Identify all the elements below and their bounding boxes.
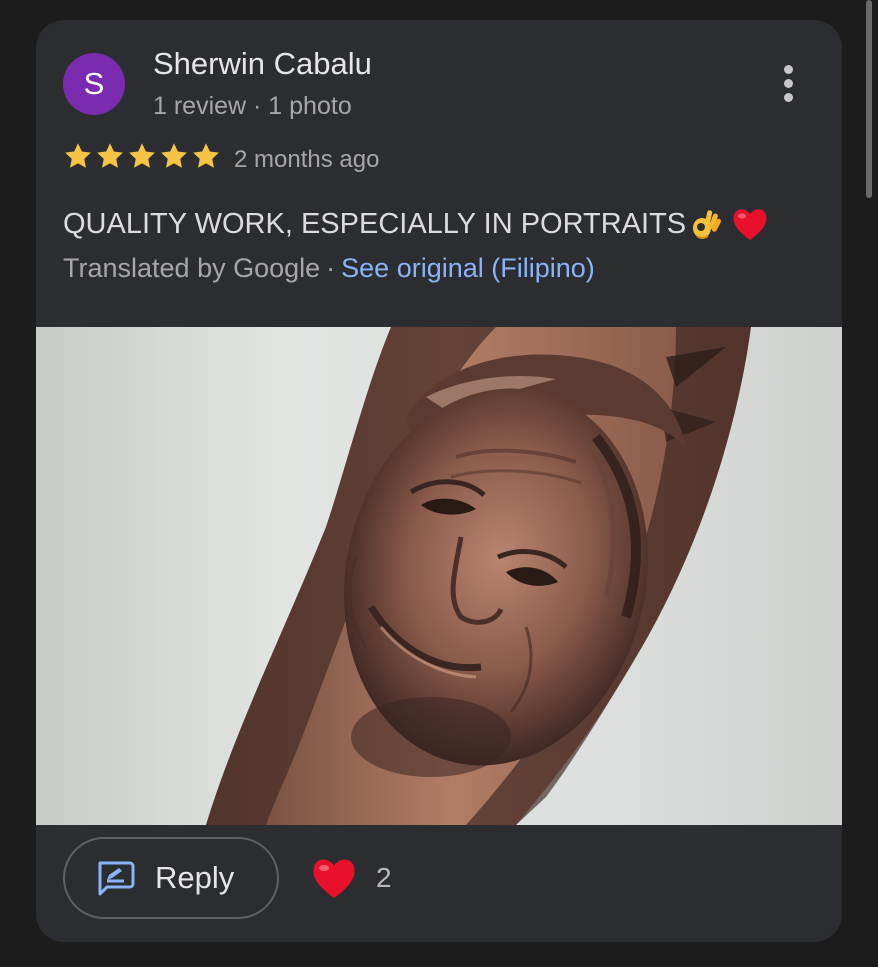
author-name[interactable]: Sherwin Cabalu <box>153 46 372 82</box>
reply-button[interactable]: Reply <box>63 837 279 919</box>
review-card: S Sherwin Cabalu 1 review · 1 photo 2 mo… <box>36 20 842 942</box>
ok-hand-emoji <box>693 210 722 239</box>
star-icon <box>161 143 187 168</box>
translation-line: Translated by Google · See original (Filip… <box>63 253 595 284</box>
more-vert-icon-dot <box>783 92 793 102</box>
star-icon <box>129 143 155 168</box>
heart-icon <box>313 859 355 898</box>
more-vert-icon-dot <box>783 78 793 88</box>
review-text-line: QUALITY WORK, ESPECIALLY IN PORTRAITS <box>63 204 770 244</box>
red-heart-emoji <box>733 209 767 240</box>
review-photo[interactable] <box>36 327 842 825</box>
review-text: QUALITY WORK, ESPECIALLY IN PORTRAITS <box>63 207 687 240</box>
avatar-initial: S <box>83 66 105 101</box>
see-original-link[interactable]: See original (Filipino) <box>341 253 595 283</box>
star-rating <box>63 141 221 175</box>
star-icon <box>193 143 219 168</box>
review-date: 2 months ago <box>234 146 380 173</box>
reply-icon <box>98 861 135 896</box>
star-icon <box>97 143 123 168</box>
author-meta: 1 review · 1 photo <box>153 92 352 120</box>
translated-by-label: Translated by Google <box>63 253 321 283</box>
more-vert-icon <box>783 64 793 74</box>
separator: · <box>326 253 336 283</box>
reply-label: Reply <box>155 860 235 895</box>
like-button[interactable]: 2 <box>308 853 392 903</box>
scrollbar[interactable] <box>866 0 872 198</box>
tattoo-portrait-image <box>206 327 751 825</box>
like-count: 2 <box>376 862 392 893</box>
more-options-button[interactable] <box>766 58 810 108</box>
avatar[interactable]: S <box>63 53 125 115</box>
star-icon <box>65 143 91 168</box>
